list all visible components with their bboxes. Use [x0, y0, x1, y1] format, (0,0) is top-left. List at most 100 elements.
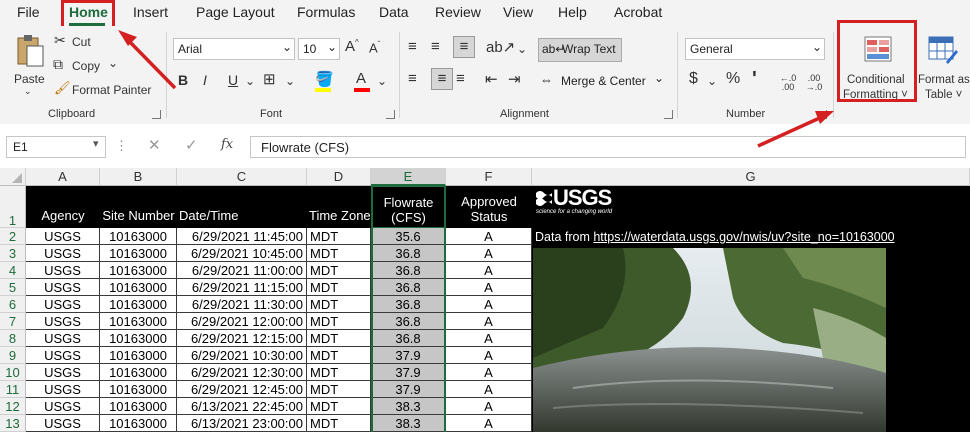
cell-tz[interactable]: MDT	[307, 296, 371, 313]
name-box[interactable]: E1 ▾	[6, 136, 106, 158]
cell-tz[interactable]: MDT	[307, 364, 371, 381]
align-top-icon[interactable]: ≡	[408, 38, 417, 55]
increase-indent-icon[interactable]: ⇥	[508, 70, 521, 88]
cell-site[interactable]: 10163000	[100, 381, 177, 398]
insert-function-icon[interactable]: fx	[221, 137, 233, 152]
row-header[interactable]: 3	[0, 245, 26, 262]
cell-agency[interactable]: USGS	[26, 398, 100, 415]
align-middle-icon[interactable]: ≡	[431, 38, 440, 55]
cell-site[interactable]: 10163000	[100, 330, 177, 347]
row-header[interactable]: 12	[0, 398, 26, 415]
cell-agency[interactable]: USGS	[26, 381, 100, 398]
row-header[interactable]: 9	[0, 347, 26, 364]
cut-button[interactable]: Cut	[72, 35, 91, 49]
cell-dt[interactable]: 6/29/2021 12:45:00	[177, 381, 307, 398]
italic-button[interactable]: I	[203, 72, 207, 88]
borders-icon[interactable]: ⊞	[263, 70, 276, 88]
cell-status[interactable]: A	[446, 330, 532, 347]
cell-status[interactable]: A	[446, 245, 532, 262]
cell-agency[interactable]: USGS	[26, 296, 100, 313]
fill-color-button[interactable]: 🪣	[313, 70, 335, 92]
row-header[interactable]: 5	[0, 279, 26, 296]
percent-button[interactable]: %	[726, 70, 740, 88]
cell-dt[interactable]: 6/29/2021 12:15:00	[177, 330, 307, 347]
font-color-button[interactable]: A	[353, 70, 375, 92]
cell-site[interactable]: 10163000	[100, 364, 177, 381]
menu-help[interactable]: Help	[558, 4, 587, 20]
cell-agency[interactable]: USGS	[26, 415, 100, 432]
decrease-indent-icon[interactable]: ⇤	[485, 70, 498, 88]
font-launcher-icon[interactable]	[386, 110, 395, 119]
cell-site[interactable]: 10163000	[100, 313, 177, 330]
column-header-d[interactable]: D	[307, 168, 371, 186]
number-launcher-icon[interactable]	[818, 110, 827, 119]
clipboard-launcher-icon[interactable]	[152, 110, 161, 119]
row-header[interactable]: 4	[0, 262, 26, 279]
cell-dt[interactable]: 6/29/2021 12:00:00	[177, 313, 307, 330]
cell-agency[interactable]: USGS	[26, 245, 100, 262]
copy-dropdown-icon[interactable]: ⌄	[108, 56, 118, 70]
cell-tz[interactable]: MDT	[307, 228, 371, 245]
currency-button[interactable]: $	[689, 70, 698, 88]
cell-flow[interactable]: 38.3	[371, 398, 446, 415]
number-format-select[interactable]: General ⌄	[685, 38, 825, 60]
row-header[interactable]: 8	[0, 330, 26, 347]
header-cell-flowrate[interactable]: Flowrate (CFS)	[371, 186, 446, 228]
bold-button[interactable]: B	[178, 72, 188, 88]
column-header-c[interactable]: C	[177, 168, 307, 186]
cell-flow[interactable]: 37.9	[371, 364, 446, 381]
row-header[interactable]: 11	[0, 381, 26, 398]
cell-tz[interactable]: MDT	[307, 330, 371, 347]
row-header[interactable]: 2	[0, 228, 26, 245]
copy-button[interactable]: Copy	[72, 59, 100, 73]
column-header-a[interactable]: A	[26, 168, 100, 186]
cell-site[interactable]: 10163000	[100, 228, 177, 245]
row-header[interactable]: 7	[0, 313, 26, 330]
cell-dt[interactable]: 6/29/2021 10:45:00	[177, 245, 307, 262]
underline-dropdown-icon[interactable]: ⌄	[245, 74, 255, 88]
data-source-link[interactable]: https://waterdata.usgs.gov/nwis/uv?site_…	[593, 230, 894, 244]
cell-site[interactable]: 10163000	[100, 296, 177, 313]
cell-flow[interactable]: 38.3	[371, 415, 446, 432]
cell-site[interactable]: 10163000	[100, 279, 177, 296]
cell-status[interactable]: A	[446, 415, 532, 432]
row-header[interactable]: 1	[0, 186, 26, 228]
alignment-launcher-icon[interactable]	[664, 110, 673, 119]
cell-status[interactable]: A	[446, 381, 532, 398]
column-header-g[interactable]: G	[532, 168, 970, 186]
cell-status[interactable]: A	[446, 262, 532, 279]
header-cell[interactable]: Agency	[26, 208, 100, 226]
cell-tz[interactable]: MDT	[307, 279, 371, 296]
underline-button[interactable]: U	[228, 72, 238, 88]
cell-dt[interactable]: 6/29/2021 11:00:00	[177, 262, 307, 279]
cell-tz[interactable]: MDT	[307, 262, 371, 279]
cell-flow[interactable]: 35.6	[371, 228, 446, 245]
orientation-dropdown-icon[interactable]: ⌄	[517, 42, 527, 56]
column-header-b[interactable]: B	[100, 168, 177, 186]
cell-dt[interactable]: 6/13/2021 22:45:00	[177, 398, 307, 415]
cell-tz[interactable]: MDT	[307, 398, 371, 415]
cell-dt[interactable]: 6/29/2021 11:45:00	[177, 228, 307, 245]
spreadsheet-grid[interactable]: A B C D E F G 1 2 USGS 10163000 6/29/2021 11…	[0, 168, 970, 432]
menu-formulas[interactable]: Formulas	[297, 4, 355, 20]
cell-tz[interactable]: MDT	[307, 415, 371, 432]
header-cell-status[interactable]: Approved Status	[446, 186, 532, 228]
cell-site[interactable]: 10163000	[100, 262, 177, 279]
cell-flow[interactable]: 37.9	[371, 347, 446, 364]
menu-home[interactable]: Home	[69, 4, 108, 20]
increase-font-icon[interactable]: A^	[345, 38, 359, 55]
cell-tz[interactable]: MDT	[307, 245, 371, 262]
cell-status[interactable]: A	[446, 364, 532, 381]
cell-status[interactable]: A	[446, 279, 532, 296]
menu-insert[interactable]: Insert	[133, 4, 168, 20]
cell-site[interactable]: 10163000	[100, 347, 177, 364]
align-left-icon[interactable]: ≡	[408, 70, 417, 87]
increase-decimal-button[interactable]: ←.0 .00	[777, 74, 799, 92]
column-header-e[interactable]: E	[371, 168, 446, 186]
menu-file[interactable]: File	[17, 4, 40, 20]
menu-page-layout[interactable]: Page Layout	[196, 4, 275, 20]
header-cell[interactable]: Site Number	[100, 208, 177, 226]
cell-site[interactable]: 10163000	[100, 245, 177, 262]
enter-icon[interactable]: ✓	[185, 136, 198, 154]
cell-site[interactable]: 10163000	[100, 415, 177, 432]
